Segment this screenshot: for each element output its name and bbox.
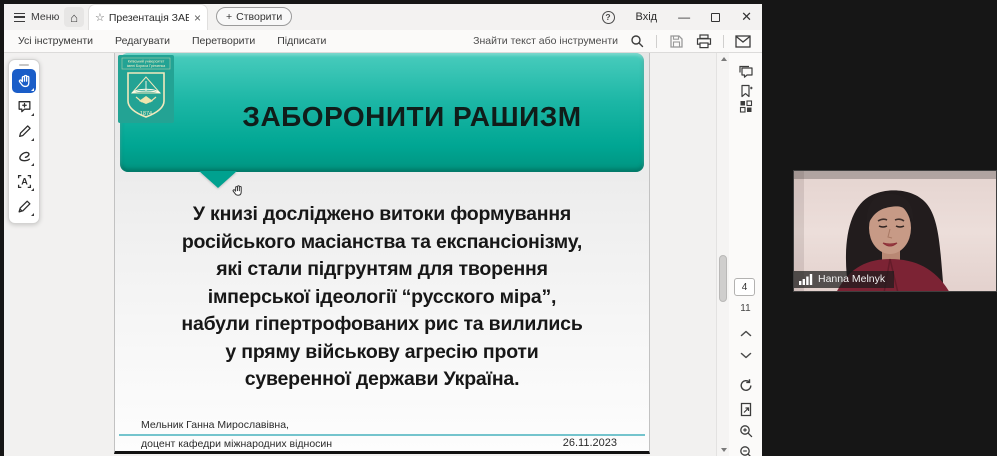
svg-text:A: A [21, 176, 28, 186]
menu-item-convert[interactable]: Перетворити [192, 35, 255, 47]
zoom-in-icon[interactable] [739, 424, 753, 438]
menu-item-all-tools[interactable]: Усі інструменти [18, 35, 93, 47]
svg-text:1874: 1874 [140, 111, 152, 117]
bookmarks-panel-icon[interactable] [739, 84, 753, 99]
previous-page-icon[interactable] [740, 330, 751, 337]
search-field[interactable]: Знайти текст або інструменти [473, 35, 618, 47]
university-logo: Київський університет імені Бориса Грінч… [118, 55, 174, 123]
hamburger-icon [14, 13, 25, 22]
next-page-icon[interactable] [740, 352, 751, 359]
author-name: Мельник Ганна Мирославівна, [141, 419, 289, 431]
fit-page-icon[interactable] [739, 402, 753, 417]
add-comment-tool-button[interactable] [12, 94, 36, 118]
menu-button[interactable]: Меню [14, 8, 59, 26]
document-tab[interactable]: ☆ Презентація ЗАБО... × [88, 4, 208, 30]
body-line: які стали підгрунтям для творення [123, 256, 641, 284]
rotate-page-icon[interactable] [738, 378, 753, 393]
star-icon[interactable]: ☆ [95, 11, 105, 24]
participant-name-label: Hanna Melnyk [794, 271, 894, 288]
slide-date: 26.11.2023 [563, 437, 617, 449]
acrobat-window: Меню ⌂ ☆ Презентація ЗАБО... × + Створит… [4, 4, 762, 456]
quick-actions-right: Знайти текст або інструменти [473, 30, 752, 52]
slide-page: Київський університет імені Бориса Грінч… [114, 53, 650, 454]
page-thumbnails-icon[interactable] [739, 100, 752, 113]
maximize-icon[interactable] [711, 13, 720, 22]
lasso-tool-button[interactable] [12, 144, 36, 168]
comment-plus-icon [17, 99, 32, 114]
comments-panel-icon[interactable] [738, 65, 754, 80]
total-pages-label: 11 [729, 303, 762, 314]
author-role: доцент кафедри міжнародних відносин [141, 438, 332, 450]
text-box-icon: A [17, 174, 32, 189]
draw-tool-button[interactable] [12, 119, 36, 143]
webcam-video-tile[interactable]: Hanna Melnyk [793, 170, 997, 292]
title-bar: Меню ⌂ ☆ Презентація ЗАБО... × + Створит… [4, 4, 762, 30]
svg-text:імені Бориса Грінченка: імені Бориса Грінченка [127, 64, 165, 68]
fill-and-sign-tool-button[interactable] [12, 194, 36, 218]
scroll-down-arrow-icon[interactable] [721, 448, 727, 452]
hand-tool-button[interactable] [12, 69, 36, 93]
print-icon[interactable] [695, 32, 713, 50]
pencil-icon [17, 124, 32, 139]
body-line: російського масіанства та експансіонізму… [123, 229, 641, 257]
hand-icon [17, 74, 32, 89]
plus-icon: + [226, 11, 232, 23]
tab-close-icon[interactable]: × [194, 11, 201, 25]
quick-actions-bar: Усі інструменти Редагувати Перетворити П… [4, 30, 762, 53]
close-button[interactable]: ✕ [741, 9, 752, 25]
body-line: у пряму військову агресію проти [123, 339, 641, 367]
footer-rule [119, 434, 645, 436]
vertical-scrollbar[interactable] [716, 53, 729, 456]
search-icon[interactable] [628, 32, 646, 50]
home-icon: ⌂ [70, 10, 78, 25]
menu-label: Меню [31, 11, 59, 23]
right-panel-rail: 4 11 [729, 53, 762, 456]
scroll-up-arrow-icon[interactable] [721, 57, 727, 61]
body-line: набули гіпертрофованих рис та вилились [123, 311, 641, 339]
screen-share-background: Меню ⌂ ☆ Презентація ЗАБО... × + Створит… [0, 0, 997, 456]
rail-drag-handle[interactable] [19, 64, 29, 66]
add-text-tool-button[interactable]: A [12, 169, 36, 193]
scrollbar-thumb[interactable] [719, 255, 727, 302]
left-tool-rail: A [8, 59, 40, 224]
svg-text:Київський університет: Київський університет [128, 60, 165, 64]
fountain-pen-icon [17, 199, 32, 214]
document-canvas[interactable]: Київський університет імені Бориса Грінч… [4, 53, 716, 456]
zoom-out-icon[interactable] [739, 445, 753, 456]
tab-title: Презентація ЗАБО... [109, 12, 189, 24]
save-icon[interactable] [667, 32, 685, 50]
lasso-icon [17, 149, 32, 164]
create-label: Створити [236, 11, 282, 23]
divider [723, 35, 724, 48]
login-button[interactable]: Вхід [636, 11, 658, 23]
slide-title: ЗАБОРОНИТИ РАШИЗМ [179, 101, 645, 133]
home-button[interactable]: ⌂ [64, 7, 84, 27]
body-line: суверенної держави Україна. [123, 366, 641, 394]
slide-body-text: У книзі досліджено витоки формування рос… [123, 201, 641, 394]
minimize-button[interactable]: — [678, 10, 690, 24]
audio-signal-icon [799, 274, 813, 285]
current-page-input[interactable]: 4 [734, 278, 755, 296]
body-line: У книзі досліджено витоки формування [123, 201, 641, 229]
participant-name: Hanna Melnyk [818, 273, 885, 285]
menu-item-sign[interactable]: Підписати [277, 35, 326, 47]
help-icon[interactable]: ? [602, 11, 615, 24]
create-button[interactable]: + Створити [216, 7, 292, 26]
body-line: імперської ідеології “русского міра”, [123, 284, 641, 312]
titlebar-right-controls: ? Вхід — ✕ [602, 4, 752, 30]
menu-item-edit[interactable]: Редагувати [115, 35, 170, 47]
divider [656, 35, 657, 48]
email-icon[interactable] [734, 32, 752, 50]
hand-pan-cursor [231, 184, 244, 198]
